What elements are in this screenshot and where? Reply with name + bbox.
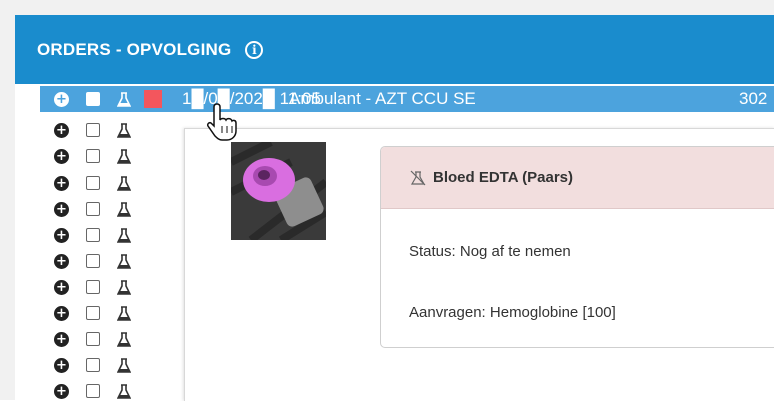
flask-icon bbox=[117, 253, 131, 269]
row-checkbox[interactable] bbox=[86, 306, 100, 320]
flask-icon bbox=[117, 91, 131, 107]
flask-icon bbox=[117, 148, 131, 164]
expand-plus-icon[interactable]: + bbox=[54, 253, 69, 269]
sample-card: Bloed EDTA (Paars) Status: Nog af te nem… bbox=[380, 146, 774, 348]
expand-plus-icon[interactable]: + bbox=[54, 357, 69, 373]
expand-plus-icon[interactable]: + bbox=[54, 91, 69, 107]
flask-icon bbox=[117, 383, 131, 399]
panel-header: ORDERS - OPVOLGING i bbox=[15, 15, 774, 84]
row-checkbox[interactable] bbox=[86, 254, 100, 268]
sample-popup: Bloed EDTA (Paars) Status: Nog af te nem… bbox=[184, 128, 774, 401]
flask-icon bbox=[117, 175, 131, 191]
expand-plus-icon[interactable]: + bbox=[54, 279, 69, 295]
expand-plus-icon[interactable]: + bbox=[54, 122, 69, 138]
flask-icon bbox=[117, 357, 131, 373]
no-flask-icon bbox=[410, 170, 426, 185]
row-checkbox[interactable] bbox=[86, 176, 100, 190]
row-checkbox[interactable] bbox=[86, 202, 100, 216]
flask-icon bbox=[117, 279, 131, 295]
tube-icon bbox=[231, 142, 326, 240]
expand-plus-icon[interactable]: + bbox=[54, 148, 69, 164]
flask-icon bbox=[117, 331, 131, 347]
expand-plus-icon[interactable]: + bbox=[54, 383, 69, 399]
sample-title: Bloed EDTA (Paars) bbox=[433, 169, 574, 186]
flask-icon bbox=[117, 227, 131, 243]
expand-plus-icon[interactable]: + bbox=[54, 175, 69, 191]
flask-icon bbox=[117, 305, 131, 321]
tube-image bbox=[231, 142, 326, 240]
row-checkbox[interactable] bbox=[86, 149, 100, 163]
row-checkbox[interactable] bbox=[86, 358, 100, 372]
table-row-selected[interactable]: + 1█/0█/202█ 11:05 Ambulant - AZT CCU SE… bbox=[40, 86, 774, 112]
row-checkbox[interactable] bbox=[86, 384, 100, 398]
row-checkbox[interactable] bbox=[86, 92, 100, 106]
row-checkbox[interactable] bbox=[86, 123, 100, 137]
order-code: 302 bbox=[739, 89, 768, 108]
sample-card-header: Bloed EDTA (Paars) bbox=[381, 147, 774, 209]
row-checkbox[interactable] bbox=[86, 228, 100, 242]
expand-plus-icon[interactable]: + bbox=[54, 305, 69, 321]
sample-requests: Aanvragen: Hemoglobine [100] bbox=[409, 304, 616, 321]
info-icon[interactable]: i bbox=[245, 40, 264, 59]
expand-plus-icon[interactable]: + bbox=[54, 201, 69, 217]
status-color-badge[interactable] bbox=[144, 90, 162, 108]
hand-cursor-icon bbox=[207, 103, 237, 141]
expand-plus-icon[interactable]: + bbox=[54, 227, 69, 243]
page-title: ORDERS - OPVOLGING bbox=[37, 39, 232, 59]
expand-plus-icon[interactable]: + bbox=[54, 331, 69, 347]
row-checkbox[interactable] bbox=[86, 332, 100, 346]
flask-icon bbox=[117, 201, 131, 217]
row-checkbox[interactable] bbox=[86, 280, 100, 294]
order-location: Ambulant - AZT CCU SE bbox=[289, 89, 476, 108]
flask-icon bbox=[117, 122, 131, 138]
sample-status: Status: Nog af te nemen bbox=[409, 243, 571, 260]
